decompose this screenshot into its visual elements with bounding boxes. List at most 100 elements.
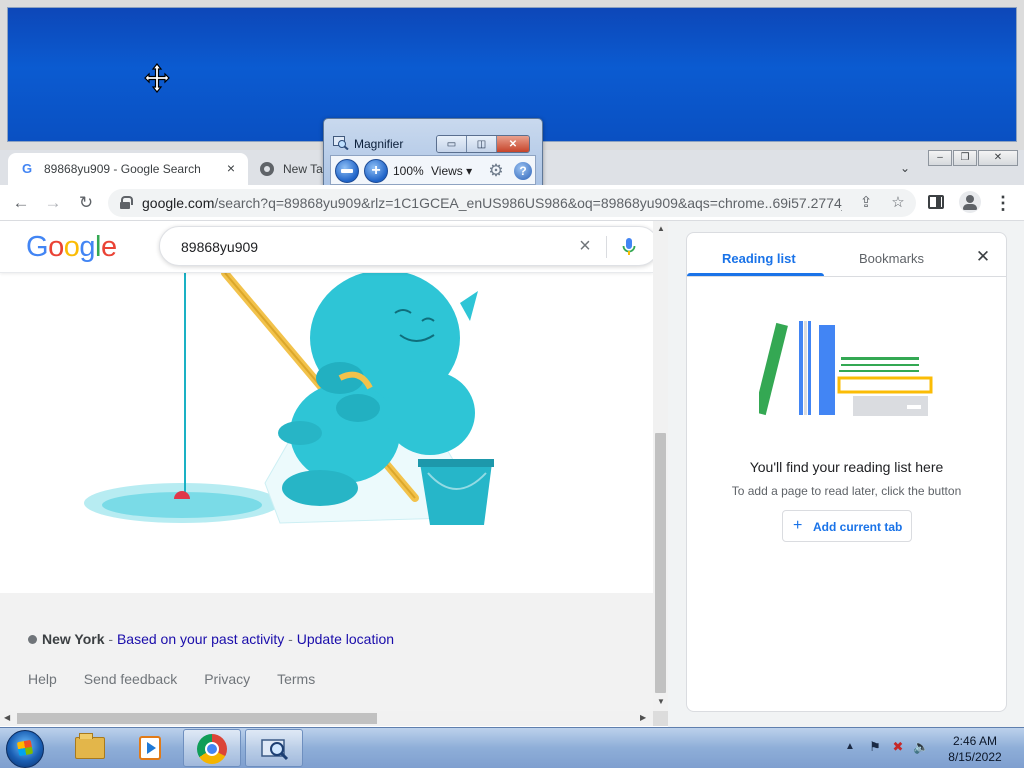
lock-icon[interactable] (120, 196, 133, 209)
forward-button[interactable]: → (41, 192, 65, 214)
magnifier-title: Magnifier (354, 137, 404, 151)
media-player-icon (139, 736, 161, 760)
window-controls: – ❐ ✕ (928, 150, 1019, 168)
add-current-tab-label: Add current tab (813, 520, 903, 534)
reload-button[interactable]: ↻ (74, 192, 98, 214)
zoom-out-button[interactable] (335, 159, 359, 183)
tab-bookmarks[interactable]: Bookmarks (859, 251, 924, 266)
clear-search-icon[interactable]: × (574, 235, 596, 257)
scroll-down-arrow-icon[interactable]: ▼ (657, 697, 665, 706)
magnifier-window[interactable]: Magnifier ▭ ◫ ✕ + 100% Views ▾ ⚙ ? (323, 118, 543, 192)
magnifier-minimize-button[interactable]: ▭ (437, 136, 467, 152)
zoom-in-button[interactable]: + (364, 159, 388, 183)
move-cursor-icon (144, 63, 170, 93)
back-button[interactable]: ← (9, 192, 33, 214)
magnifier-maximize-button[interactable]: ◫ (467, 136, 497, 152)
chevron-down-icon: ▾ (466, 164, 473, 178)
side-panel-icon[interactable] (928, 195, 944, 209)
scroll-up-arrow-icon[interactable]: ▲ (657, 224, 665, 233)
books-illustration (759, 321, 933, 416)
tab-title: 89868yu909 - Google Search (44, 162, 201, 176)
taskbar-explorer-button[interactable] (60, 729, 118, 767)
search-input[interactable]: 89868yu909 × (159, 226, 653, 266)
magnifier-toolbar: + 100% Views ▾ ⚙ ? (330, 155, 536, 185)
horizontal-scrollbar[interactable]: ◀ ▶ (0, 711, 653, 726)
logo-letter: g (79, 231, 95, 263)
start-button[interactable] (6, 730, 44, 768)
horizontal-scroll-thumb[interactable] (17, 713, 377, 724)
empty-state-subtitle: To add a page to read later, click the b… (731, 484, 962, 498)
address-bar[interactable]: google.com/search?q=89868yu909&rlz=1C1GC… (108, 189, 916, 217)
vertical-scrollbar[interactable]: ▲ ▼ (653, 221, 668, 711)
clock-date: 8/15/2022 (948, 750, 1002, 764)
magnifier-icon (261, 739, 289, 761)
url-text[interactable]: google.com/search?q=89868yu909&rlz=1C1GC… (142, 195, 842, 211)
tab-close-icon[interactable]: × (224, 161, 238, 175)
footer-links: Help Send feedback Privacy Terms (28, 671, 342, 687)
page-content: Google 89868yu909 × New York - Based on … (0, 221, 653, 711)
location-city: New York (42, 631, 105, 647)
search-query[interactable]: 89868yu909 (181, 239, 258, 255)
google-header: Google 89868yu909 × (0, 221, 653, 273)
plus-icon: + (793, 517, 803, 534)
footer-link-terms[interactable]: Terms (277, 671, 315, 687)
bookmark-star-icon[interactable]: ☆ (889, 194, 907, 212)
tab-reading-list[interactable]: Reading list (722, 251, 796, 266)
footer-link-send-feedback[interactable]: Send feedback (84, 671, 177, 687)
show-hidden-icons-icon[interactable]: ▲ (845, 741, 855, 752)
add-current-tab-button[interactable]: + Add current tab (782, 510, 912, 542)
close-icon[interactable]: ✕ (973, 247, 993, 267)
magnifier-close-button[interactable]: ✕ (497, 136, 529, 152)
chrome-icon (197, 734, 227, 764)
taskbar-chrome-button[interactable] (183, 729, 241, 767)
past-activity-link[interactable]: Based on your past activity (117, 631, 284, 647)
views-label: Views (431, 164, 463, 178)
scroll-right-arrow-icon[interactable]: ▶ (640, 713, 646, 722)
logo-letter: G (26, 231, 49, 263)
google-footer: New York - Based on your past activity -… (0, 593, 653, 711)
taskbar-media-player-button[interactable] (120, 729, 178, 767)
browser-toolbar: ← → ↻ google.com/search?q=89868yu909&rlz… (0, 185, 1024, 221)
logo-letter: o (63, 231, 80, 263)
scroll-left-arrow-icon[interactable]: ◀ (4, 713, 10, 722)
reading-list-card: Reading list Bookmarks ✕ You'll find you… (686, 232, 1007, 712)
empty-state-title: You'll find your reading list here (749, 459, 944, 475)
location-line: New York - Based on your past activity -… (28, 631, 394, 647)
scrollbar-corner (653, 711, 668, 726)
profile-avatar-icon[interactable] (959, 191, 981, 213)
minimize-button[interactable]: – (928, 150, 952, 166)
action-center-flag-icon[interactable]: ⚑ (867, 739, 883, 755)
help-icon[interactable]: ? (514, 162, 532, 180)
footer-link-help[interactable]: Help (28, 671, 57, 687)
separator: - (284, 631, 297, 647)
microphone-icon[interactable] (621, 237, 637, 257)
magnifier-app-icon (333, 136, 349, 150)
taskbar-magnifier-button[interactable] (245, 729, 303, 767)
share-icon[interactable]: ⇪ (857, 194, 875, 212)
tab-search-chevron-icon[interactable]: ⌄ (896, 159, 914, 177)
network-disconnected-icon[interactable]: ✖ (890, 739, 906, 755)
vertical-scroll-thumb[interactable] (655, 433, 666, 693)
windows-explorer-icon (75, 733, 105, 759)
tab-new-tab[interactable]: New Tab (252, 153, 324, 185)
views-dropdown[interactable]: Views ▾ (431, 164, 472, 178)
gear-icon[interactable]: ⚙ (487, 162, 505, 180)
restore-button[interactable]: ❐ (953, 150, 977, 166)
divider (687, 276, 1006, 277)
system-clock[interactable]: 2:46 AM 8/15/2022 (940, 733, 1010, 765)
volume-icon[interactable]: 🔈 (913, 739, 929, 755)
more-menu-icon[interactable]: ⋮ (994, 192, 1012, 214)
update-location-link[interactable]: Update location (297, 631, 394, 647)
no-results-illustration (84, 273, 494, 525)
chrome-icon (260, 162, 274, 176)
logo-letter: e (100, 231, 117, 263)
footer-link-privacy[interactable]: Privacy (204, 671, 250, 687)
location-dot-icon (28, 635, 37, 644)
google-logo[interactable]: Google (26, 231, 117, 264)
windows-taskbar: ▲ ⚑ ✖ 🔈 2:46 AM 8/15/2022 (0, 727, 1024, 768)
magnifier-window-controls: ▭ ◫ ✕ (436, 135, 530, 153)
side-panel: Reading list Bookmarks ✕ You'll find you… (668, 221, 1024, 727)
clock-time: 2:46 AM (952, 734, 998, 748)
tab-google-search[interactable]: G 89868yu909 - Google Search × (8, 153, 248, 185)
close-window-button[interactable]: ✕ (978, 150, 1018, 166)
